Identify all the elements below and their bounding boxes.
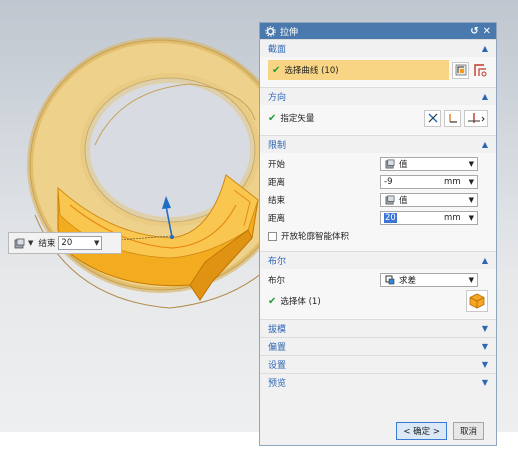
section-panel: 截面 ▲ ✔ 选择曲线 (10) [260,39,496,87]
chevron-down-icon[interactable]: ▼ [482,360,488,369]
dropdown-icon: ▼ [468,196,474,204]
preview-panel: 预览 ▼ [260,373,496,391]
limits-title: 限制 [268,141,287,151]
checkmark-icon: ✔ [268,295,277,307]
offset-panel: 偏置 ▼ [260,337,496,355]
select-curve-row[interactable]: ✔ 选择曲线 (10) [268,60,449,80]
boolean-panel: 布尔 ▲ 布尔 求差 ▼ ✔ 选择体 (1) [260,251,496,319]
boolean-title: 布尔 [268,257,287,267]
boolean-select[interactable]: 求差 ▼ [380,273,478,287]
chevron-up-icon[interactable]: ▲ [482,256,488,265]
specify-vector-label: 指定矢量 [280,114,315,124]
chevron-up-icon[interactable]: ▲ [482,44,488,53]
gear-icon [265,25,276,37]
settings-panel: 设置 ▼ [260,355,496,373]
limits-panel: 限制 ▲ 开始 值 ▼ 距离 -9 mm ▼ 结束 值 ▼ 距离 20 mm ▼… [260,135,496,251]
chevron-down-icon[interactable]: ▼ [482,342,488,351]
start-label: 开始 [268,160,286,170]
value-icon [384,158,396,170]
axis-icon[interactable] [464,109,488,127]
unit-label: mm [444,213,461,223]
chevron-down-icon[interactable]: ▼ [28,239,33,247]
dropdown-icon[interactable]: ▼ [469,178,474,186]
select-body-label[interactable]: 选择体 (1) [280,295,463,307]
section-title: 截面 [268,45,287,55]
preview-header[interactable]: 预览 ▼ [260,373,496,391]
open-profile-checkbox[interactable] [268,231,277,241]
start-type-value: 值 [399,160,408,170]
draft-header[interactable]: 拔模 ▼ [260,319,496,337]
dialog-title: 拉伸 [280,27,299,38]
dialog-titlebar[interactable]: 拉伸 ↺ ✕ [260,23,496,39]
direction-header[interactable]: 方向 ▲ [260,87,496,105]
end-label: 结束 [38,239,56,249]
direction-title: 方向 [268,93,287,103]
unit-label: mm [444,177,461,187]
ok-button[interactable]: < 确定 > [396,422,447,440]
end-distance-value: 20 [384,213,397,223]
open-profile-label: 开放轮廓智能体积 [281,232,350,242]
chevron-down-icon[interactable]: ▼ [94,239,99,247]
section-header[interactable]: 截面 ▲ [260,39,496,57]
close-icon[interactable]: ✕ [483,26,491,37]
boolean-header[interactable]: 布尔 ▲ [260,251,496,269]
settings-header[interactable]: 设置 ▼ [260,355,496,373]
chevron-down-icon[interactable]: ▼ [482,378,488,387]
extrude-dialog: 拉伸 ↺ ✕ 截面 ▲ ✔ 选择曲线 (10) 方向 ▲ ✔ 指定矢量 限制 ▲… [259,22,497,446]
end-label: 结束 [268,196,286,206]
end-distance-label: 距离 [268,214,286,224]
chevron-up-icon[interactable]: ▲ [482,92,488,101]
checkmark-icon: ✔ [272,64,281,76]
select-curve-label: 选择曲线 (10) [284,66,339,76]
settings-title: 设置 [268,361,287,371]
end-type-select[interactable]: 值 ▼ [380,193,478,207]
draft-panel: 拔模 ▼ [260,319,496,337]
draft-title: 拔模 [268,325,287,335]
sketch-section-icon[interactable] [471,62,488,79]
start-distance-input[interactable]: -9 mm ▼ [380,175,478,189]
start-distance-value: -9 [384,177,393,187]
preview-title: 预览 [268,379,287,389]
dialog-footer: < 确定 > 取消 [260,417,496,445]
checkmark-icon: ✔ [268,112,277,124]
start-type-select[interactable]: 值 ▼ [380,157,478,171]
direction-panel: 方向 ▲ ✔ 指定矢量 [260,87,496,135]
solid-body-icon[interactable] [466,290,488,312]
vector-icon[interactable] [444,109,461,127]
subtract-icon [384,274,396,286]
offset-header[interactable]: 偏置 ▼ [260,337,496,355]
reset-icon[interactable]: ↺ [470,26,478,37]
chevron-down-icon[interactable]: ▼ [482,324,488,333]
reverse-direction-icon[interactable] [424,109,441,127]
onscreen-end-input: ▼ 结束 20 ▼ [8,232,122,254]
value-icon[interactable] [13,237,25,249]
chevron-up-icon[interactable]: ▲ [482,140,488,149]
boolean-value: 求差 [399,276,417,286]
dropdown-icon: ▼ [468,276,474,284]
limits-header[interactable]: 限制 ▲ [260,135,496,153]
boolean-label: 布尔 [268,276,286,286]
cancel-button[interactable]: 取消 [452,422,484,440]
end-type-value: 值 [399,196,408,206]
dropdown-icon[interactable]: ▼ [469,214,474,222]
curve-rule-icon[interactable] [452,61,469,79]
offset-title: 偏置 [268,343,287,353]
value-icon [384,194,396,206]
dropdown-icon: ▼ [468,160,474,168]
end-distance-input[interactable]: 20 mm ▼ [380,211,478,225]
end-value-text: 20 [61,238,73,248]
start-distance-label: 距离 [268,178,286,188]
end-value-field[interactable]: 20 ▼ [58,236,103,250]
